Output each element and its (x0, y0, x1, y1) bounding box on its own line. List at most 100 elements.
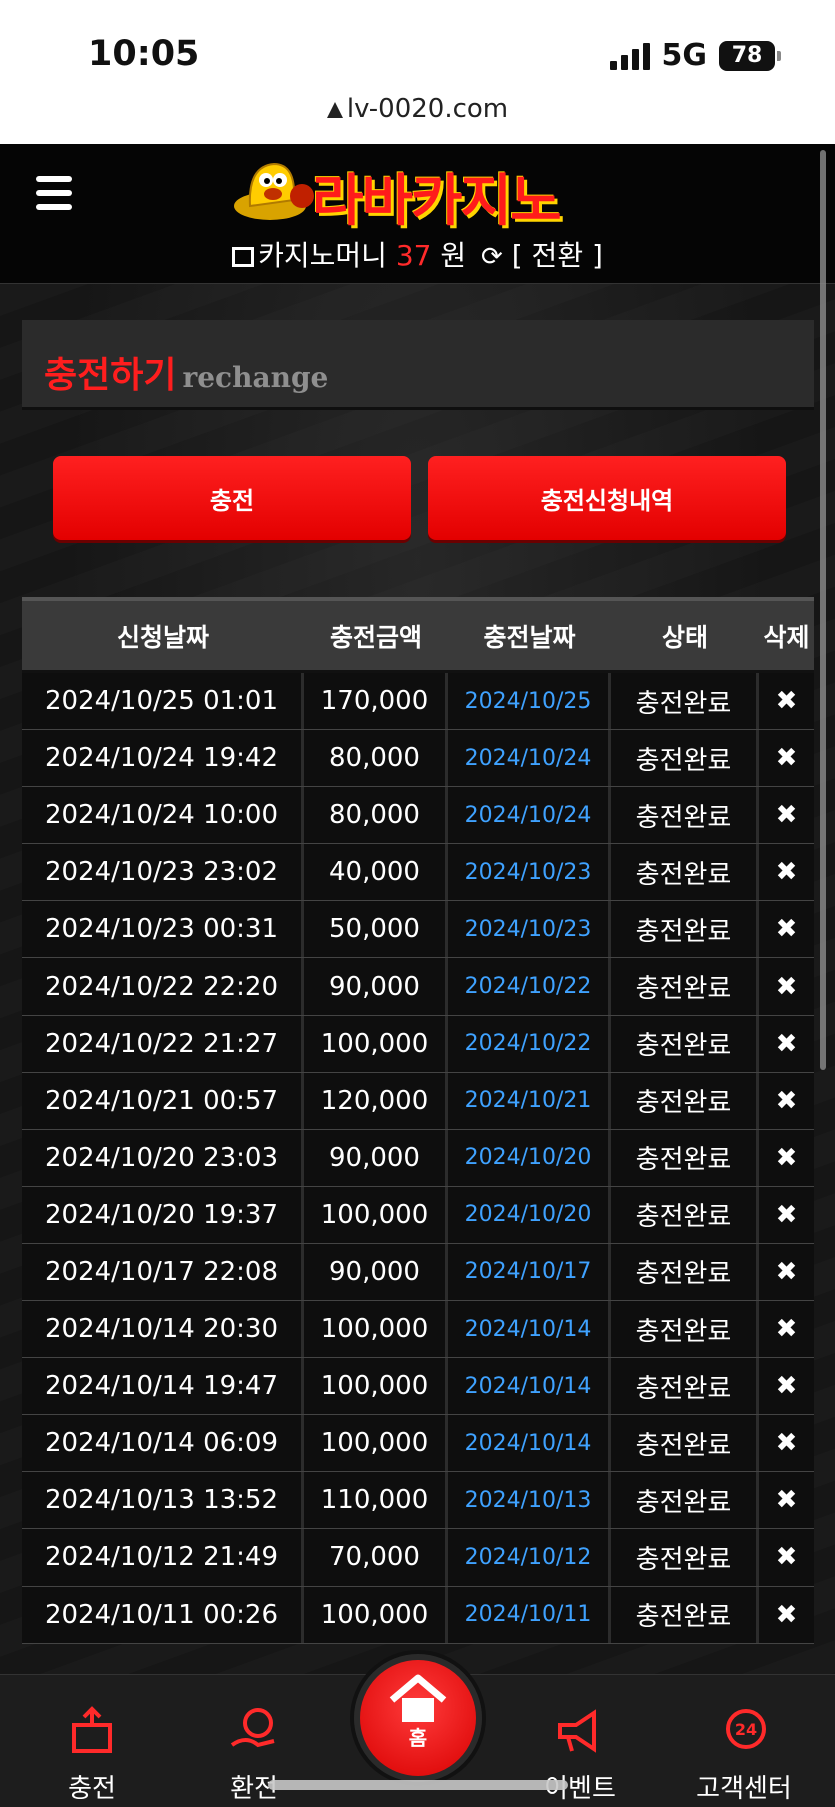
table-header: 신청날짜 충전금액 충전날짜 상태 삭제 (22, 597, 814, 673)
delete-icon[interactable]: ✖ (759, 1016, 814, 1072)
table-row: 2024/10/24 19:42 80,000 2024/10/24 충전완료 ✖ (22, 730, 814, 788)
cell-status: 충전완료 (611, 1415, 759, 1472)
cell-request-date: 2024/10/25 01:01 (22, 673, 304, 730)
cell-amount: 90,000 (304, 958, 448, 1015)
cell-amount: 80,000 (304, 787, 448, 844)
cell-request-date-text: 2024/10/14 06:09 (44, 1428, 279, 1459)
cell-status: 충전완료 (611, 787, 759, 844)
status-time: 10:05 (88, 34, 200, 74)
table-row: 2024/10/23 00:31 50,000 2024/10/23 충전완료 ✖ (22, 901, 814, 959)
cell-status: 충전완료 (611, 730, 759, 787)
cell-amount: 100,000 (304, 1586, 448, 1643)
nav-charge[interactable]: 충전 (32, 1705, 152, 1805)
delete-icon[interactable]: ✖ (759, 1529, 814, 1585)
nav-exchange[interactable]: 환전 (194, 1705, 314, 1805)
cell-request-date: 2024/10/21 00:57 (22, 1072, 304, 1129)
delete-icon[interactable]: ✖ (759, 1587, 814, 1643)
cell-status: 충전완료 (611, 1472, 759, 1529)
battery-icon: 78 (719, 40, 781, 71)
refresh-icon[interactable]: ⟳ (481, 242, 503, 272)
cell-amount: 40,000 (304, 844, 448, 901)
delete-icon[interactable]: ✖ (759, 787, 814, 843)
cell-status: 충전완료 (611, 1301, 759, 1358)
delete-icon-text: ✖ (775, 857, 798, 888)
nav-charge-label: 충전 (68, 1774, 116, 1804)
delete-icon[interactable]: ✖ (759, 901, 814, 957)
cell-request-date: 2024/10/14 19:47 (22, 1358, 304, 1415)
cell-charge-date: 2024/10/24 (448, 730, 611, 787)
nav-support[interactable]: 24 고객센터 (684, 1705, 804, 1805)
column-header-delete: 삭제 (763, 622, 810, 652)
delete-icon-text: ✖ (775, 1314, 798, 1345)
cell-status-text: 충전완료 (635, 1145, 732, 1176)
cell-amount-text: 50,000 (329, 914, 420, 945)
delete-icon[interactable]: ✖ (759, 1073, 814, 1129)
cell-request-date: 2024/10/23 23:02 (22, 844, 304, 901)
delete-icon[interactable]: ✖ (759, 1472, 814, 1528)
home-indicator[interactable] (268, 1780, 568, 1790)
table-row: 2024/10/23 23:02 40,000 2024/10/23 충전완료 ✖ (22, 844, 814, 902)
charge-button[interactable]: 충전 (53, 456, 411, 540)
hamburger-menu-icon[interactable] (36, 176, 72, 210)
cell-charge-date-text: 2024/10/17 (464, 1259, 592, 1285)
delete-icon[interactable]: ✖ (759, 1244, 814, 1300)
cell-amount-text: 90,000 (329, 1142, 420, 1173)
url-bar[interactable]: lv-0020.com (0, 94, 835, 144)
cell-charge-date-text: 2024/10/13 (464, 1487, 592, 1513)
cell-charge-date-text: 2024/10/25 (464, 688, 592, 714)
delete-icon[interactable]: ✖ (759, 1301, 814, 1357)
cell-request-date-text: 2024/10/22 22:20 (44, 971, 279, 1002)
page-subtitle: rechange (182, 361, 329, 394)
cell-amount-text: 40,000 (329, 857, 420, 888)
cell-amount-text: 120,000 (320, 1085, 429, 1116)
cell-charge-date: 2024/10/14 (448, 1358, 611, 1415)
cell-status: 충전완료 (611, 1529, 759, 1586)
delete-icon-text: ✖ (775, 1142, 798, 1173)
cell-amount-text: 100,000 (320, 1028, 429, 1059)
cell-status: 충전완료 (611, 958, 759, 1015)
table-row: 2024/10/17 22:08 90,000 2024/10/17 충전완료 ✖ (22, 1243, 814, 1302)
delete-icon[interactable]: ✖ (759, 673, 814, 729)
delete-icon[interactable]: ✖ (759, 1130, 814, 1186)
page-title-text: 충전하기 (44, 355, 177, 396)
cell-status-text: 충전완료 (635, 688, 732, 719)
cell-amount: 100,000 (304, 1186, 448, 1243)
cell-status-text: 충전완료 (635, 1430, 732, 1461)
scrollbar[interactable] (820, 150, 826, 1070)
delete-icon[interactable]: ✖ (759, 730, 814, 786)
delete-icon[interactable]: ✖ (759, 844, 814, 900)
cell-amount: 80,000 (304, 730, 448, 787)
cell-amount: 50,000 (304, 901, 448, 958)
column-header-request-date: 신청날짜 (116, 622, 209, 652)
money-unit: 원 (440, 239, 467, 272)
delete-icon[interactable]: ✖ (759, 1415, 814, 1471)
cell-request-date: 2024/10/22 22:20 (22, 958, 304, 1015)
home-button[interactable]: 홈 (354, 1654, 482, 1782)
site-logo[interactable]: 라바카지노 (230, 154, 610, 234)
cell-amount-text: 100,000 (320, 1199, 429, 1230)
cell-charge-date-text: 2024/10/14 (464, 1316, 592, 1342)
charge-history-button[interactable]: 충전신청내역 (428, 456, 786, 540)
table-row: 2024/10/22 21:27 100,000 2024/10/22 충전완료 ✖ (22, 1015, 814, 1073)
delete-icon[interactable]: ✖ (759, 1187, 814, 1243)
cell-charge-date: 2024/10/21 (448, 1072, 611, 1129)
cell-charge-date-text: 2024/10/14 (464, 1430, 592, 1456)
site-header: 라바카지노 카지노머니 37 원 ⟳ [ 전환 ] (0, 144, 835, 284)
delete-icon[interactable]: ✖ (759, 958, 814, 1014)
nav-event[interactable]: 이벤트 (520, 1705, 640, 1805)
cell-amount: 70,000 (304, 1529, 448, 1586)
cell-charge-date-text: 2024/10/14 (464, 1373, 592, 1399)
cell-charge-date-text: 2024/10/12 (464, 1544, 592, 1570)
delete-icon-text: ✖ (775, 914, 798, 945)
delete-icon-text: ✖ (775, 971, 798, 1002)
charge-box-icon (72, 1706, 112, 1753)
delete-icon[interactable]: ✖ (759, 1358, 814, 1414)
nav-support-label: 고객센터 (696, 1774, 792, 1804)
money-amount: 37 (395, 239, 432, 272)
cell-request-date-text: 2024/10/23 00:31 (44, 914, 279, 945)
cell-status-text: 충전완료 (635, 1373, 732, 1404)
switch-link[interactable]: [ 전환 ] (512, 239, 603, 272)
cell-status-text: 충전완료 (635, 1088, 732, 1119)
table-row: 2024/10/24 10:00 80,000 2024/10/24 충전완료 ✖ (22, 787, 814, 845)
cell-request-date: 2024/10/14 06:09 (22, 1415, 304, 1472)
